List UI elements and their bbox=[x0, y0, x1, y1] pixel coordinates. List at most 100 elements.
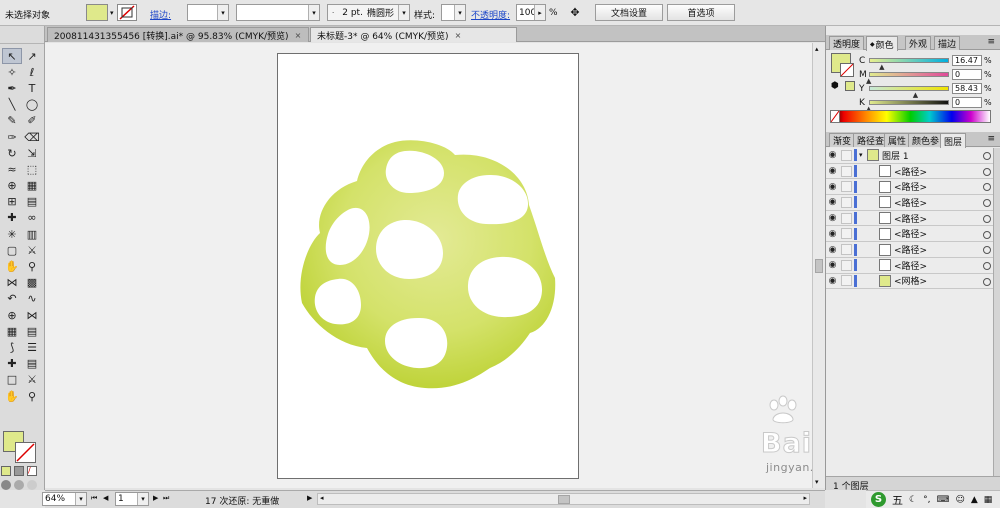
mesh-icon[interactable]: ⊞ bbox=[2, 194, 22, 210]
tab-attributes[interactable]: 属性 bbox=[884, 133, 911, 147]
zoom-icon[interactable]: ⚲ bbox=[22, 258, 42, 274]
symbol-sprayer-icon[interactable]: ✳ bbox=[2, 226, 22, 242]
lock-toggle[interactable] bbox=[841, 244, 852, 256]
slice-icon[interactable]: ⚔ bbox=[22, 242, 42, 258]
document-setup-button[interactable]: 文档设置 bbox=[595, 4, 663, 21]
color-spectrum[interactable] bbox=[830, 110, 991, 123]
scroll-up-icon[interactable]: ▴ bbox=[815, 45, 819, 53]
tab-transparency[interactable]: 透明度 bbox=[829, 36, 865, 50]
color-panel-stroke[interactable] bbox=[840, 63, 854, 77]
blend-icon[interactable]: ∞ bbox=[22, 210, 42, 226]
line-segment-icon[interactable]: ╲ bbox=[2, 97, 22, 113]
target-circle-icon[interactable] bbox=[983, 152, 991, 160]
eyedropper-icon[interactable]: ✚ bbox=[2, 210, 22, 226]
scroll-thumb[interactable] bbox=[815, 259, 823, 273]
variable-width-select[interactable]: ▾ bbox=[236, 4, 320, 21]
lasso-icon[interactable]: ℓ bbox=[22, 64, 42, 80]
sublayer-row[interactable]: ◉ <路径> bbox=[826, 211, 995, 227]
direct-selection-icon[interactable]: ↗ bbox=[22, 48, 42, 64]
curve-icon[interactable]: ↶ bbox=[2, 291, 22, 307]
eye-icon[interactable]: ◉ bbox=[826, 213, 839, 223]
sublayer-row[interactable]: ◉ <路径> bbox=[826, 164, 995, 180]
keyboard-icon[interactable]: ⌨ bbox=[936, 495, 949, 505]
width-icon[interactable]: ⋈ bbox=[2, 275, 22, 291]
tab-appearance[interactable]: 外观 bbox=[905, 36, 932, 50]
layers-menu-icon[interactable]: ≡ bbox=[987, 134, 995, 144]
column-graph-icon[interactable]: ▥ bbox=[22, 226, 42, 242]
target-circle-icon[interactable] bbox=[983, 183, 991, 192]
scroll-right-icon[interactable]: ▸ bbox=[803, 494, 807, 502]
style-select[interactable]: ▾ bbox=[441, 4, 466, 21]
channel-slider[interactable]: ▲ bbox=[866, 72, 949, 85]
tab-gradient[interactable]: 渐变 bbox=[829, 133, 856, 147]
sublayer-row[interactable]: ◉ <路径> bbox=[826, 242, 995, 258]
next-page-icon[interactable]: ▶ bbox=[153, 494, 158, 502]
preferences-button[interactable]: 首选项 bbox=[667, 4, 735, 21]
ime-mode[interactable]: 五 bbox=[892, 492, 903, 508]
stroke-swatch[interactable] bbox=[117, 4, 137, 21]
eyedropper-2-icon[interactable]: ✚ bbox=[2, 356, 22, 372]
eye-icon[interactable]: ◉ bbox=[826, 229, 839, 239]
eye-icon[interactable]: ◉ bbox=[826, 166, 839, 176]
zigzag-icon[interactable]: ⟆ bbox=[2, 339, 22, 355]
channel-value-input[interactable]: 58.43 bbox=[952, 83, 982, 94]
eye-icon[interactable]: ◉ bbox=[826, 245, 839, 255]
live-paint-icon[interactable]: ▩ bbox=[22, 275, 42, 291]
grid-icon[interactable]: ▦ bbox=[2, 323, 22, 339]
eye-icon[interactable]: ◉ bbox=[826, 150, 839, 160]
artboard-icon[interactable]: ▢ bbox=[2, 242, 22, 258]
wave-icon[interactable]: ∿ bbox=[22, 291, 42, 307]
sublayer-row[interactable]: ◉ <路径> bbox=[826, 227, 995, 243]
tab-stroke[interactable]: 描边 bbox=[934, 36, 961, 50]
magic-wand-icon[interactable]: ✧ bbox=[2, 64, 22, 80]
opacity-link[interactable]: 不透明度: bbox=[471, 8, 510, 21]
free-transform-icon[interactable]: ⬚ bbox=[22, 161, 42, 177]
sublayer-row[interactable]: ◉ <路径> bbox=[826, 195, 995, 211]
punctuation-icon[interactable]: °, bbox=[923, 495, 930, 505]
type-icon[interactable]: T bbox=[22, 80, 42, 96]
target-circle-icon[interactable] bbox=[983, 167, 991, 176]
expand-icon[interactable]: ▾ bbox=[859, 151, 867, 159]
channel-value-input[interactable]: 0 bbox=[952, 97, 982, 108]
close-icon[interactable]: × bbox=[295, 31, 302, 40]
eye-icon[interactable]: ◉ bbox=[826, 276, 839, 286]
gradient-2-icon[interactable]: ▤ bbox=[22, 356, 42, 372]
eye-icon[interactable]: ◉ bbox=[826, 260, 839, 270]
target-circle-icon[interactable] bbox=[983, 246, 991, 255]
hand-2-icon[interactable]: ✋ bbox=[2, 388, 22, 404]
channel-value-input[interactable]: 16.47 bbox=[952, 55, 982, 66]
channel-slider[interactable]: ▲ bbox=[866, 100, 949, 113]
rotate-icon[interactable]: ↻ bbox=[2, 145, 22, 161]
ellipse-icon[interactable]: ◯ bbox=[22, 97, 42, 113]
tab-document-2[interactable]: 未标题-3* @ 64% (CMYK/预览) × bbox=[310, 27, 517, 42]
channel-slider[interactable]: ▲ bbox=[869, 58, 949, 71]
close-icon[interactable]: × bbox=[455, 31, 462, 40]
zoom-2-icon[interactable]: ⚲ bbox=[22, 388, 42, 404]
opacity-input[interactable]: 100 ▸ bbox=[516, 4, 546, 21]
envelope-icon[interactable]: ⋈ bbox=[22, 307, 42, 323]
target-circle-icon[interactable] bbox=[983, 277, 991, 286]
lock-toggle[interactable] bbox=[841, 212, 852, 224]
first-page-icon[interactable]: ⏮ bbox=[91, 494, 97, 503]
lock-toggle[interactable] bbox=[841, 228, 852, 240]
eraser-icon[interactable]: ⌫ bbox=[22, 129, 42, 145]
tab-color-guide[interactable]: 颜色参 bbox=[908, 133, 944, 147]
sublayer-row[interactable]: ◉ <路径> bbox=[826, 258, 995, 274]
channel-value-input[interactable]: 0 bbox=[952, 69, 982, 80]
artwork-svg[interactable] bbox=[45, 43, 812, 488]
target-circle-icon[interactable] bbox=[983, 230, 991, 239]
recolor-icon[interactable]: ✥ bbox=[564, 4, 586, 21]
lock-toggle[interactable] bbox=[841, 196, 852, 208]
perspective-grid-icon[interactable]: ▦ bbox=[22, 178, 42, 194]
prev-page-icon[interactable]: ◀ bbox=[103, 494, 108, 502]
cube-icon[interactable]: ⬢ bbox=[831, 81, 839, 91]
vertical-scrollbar[interactable]: ▴ ▾ bbox=[812, 43, 825, 488]
sublayer-row[interactable]: ◉ <路径> bbox=[826, 179, 995, 196]
chart-icon[interactable]: ▤ bbox=[22, 323, 42, 339]
eye-icon[interactable]: ◉ bbox=[826, 197, 839, 207]
flower-mesh-shape[interactable] bbox=[300, 140, 556, 389]
scroll-left-icon[interactable]: ◂ bbox=[320, 494, 324, 502]
target-circle-icon[interactable] bbox=[983, 214, 991, 223]
warp-icon[interactable]: ≈ bbox=[2, 161, 22, 177]
hand-icon[interactable]: ✋ bbox=[2, 258, 22, 274]
